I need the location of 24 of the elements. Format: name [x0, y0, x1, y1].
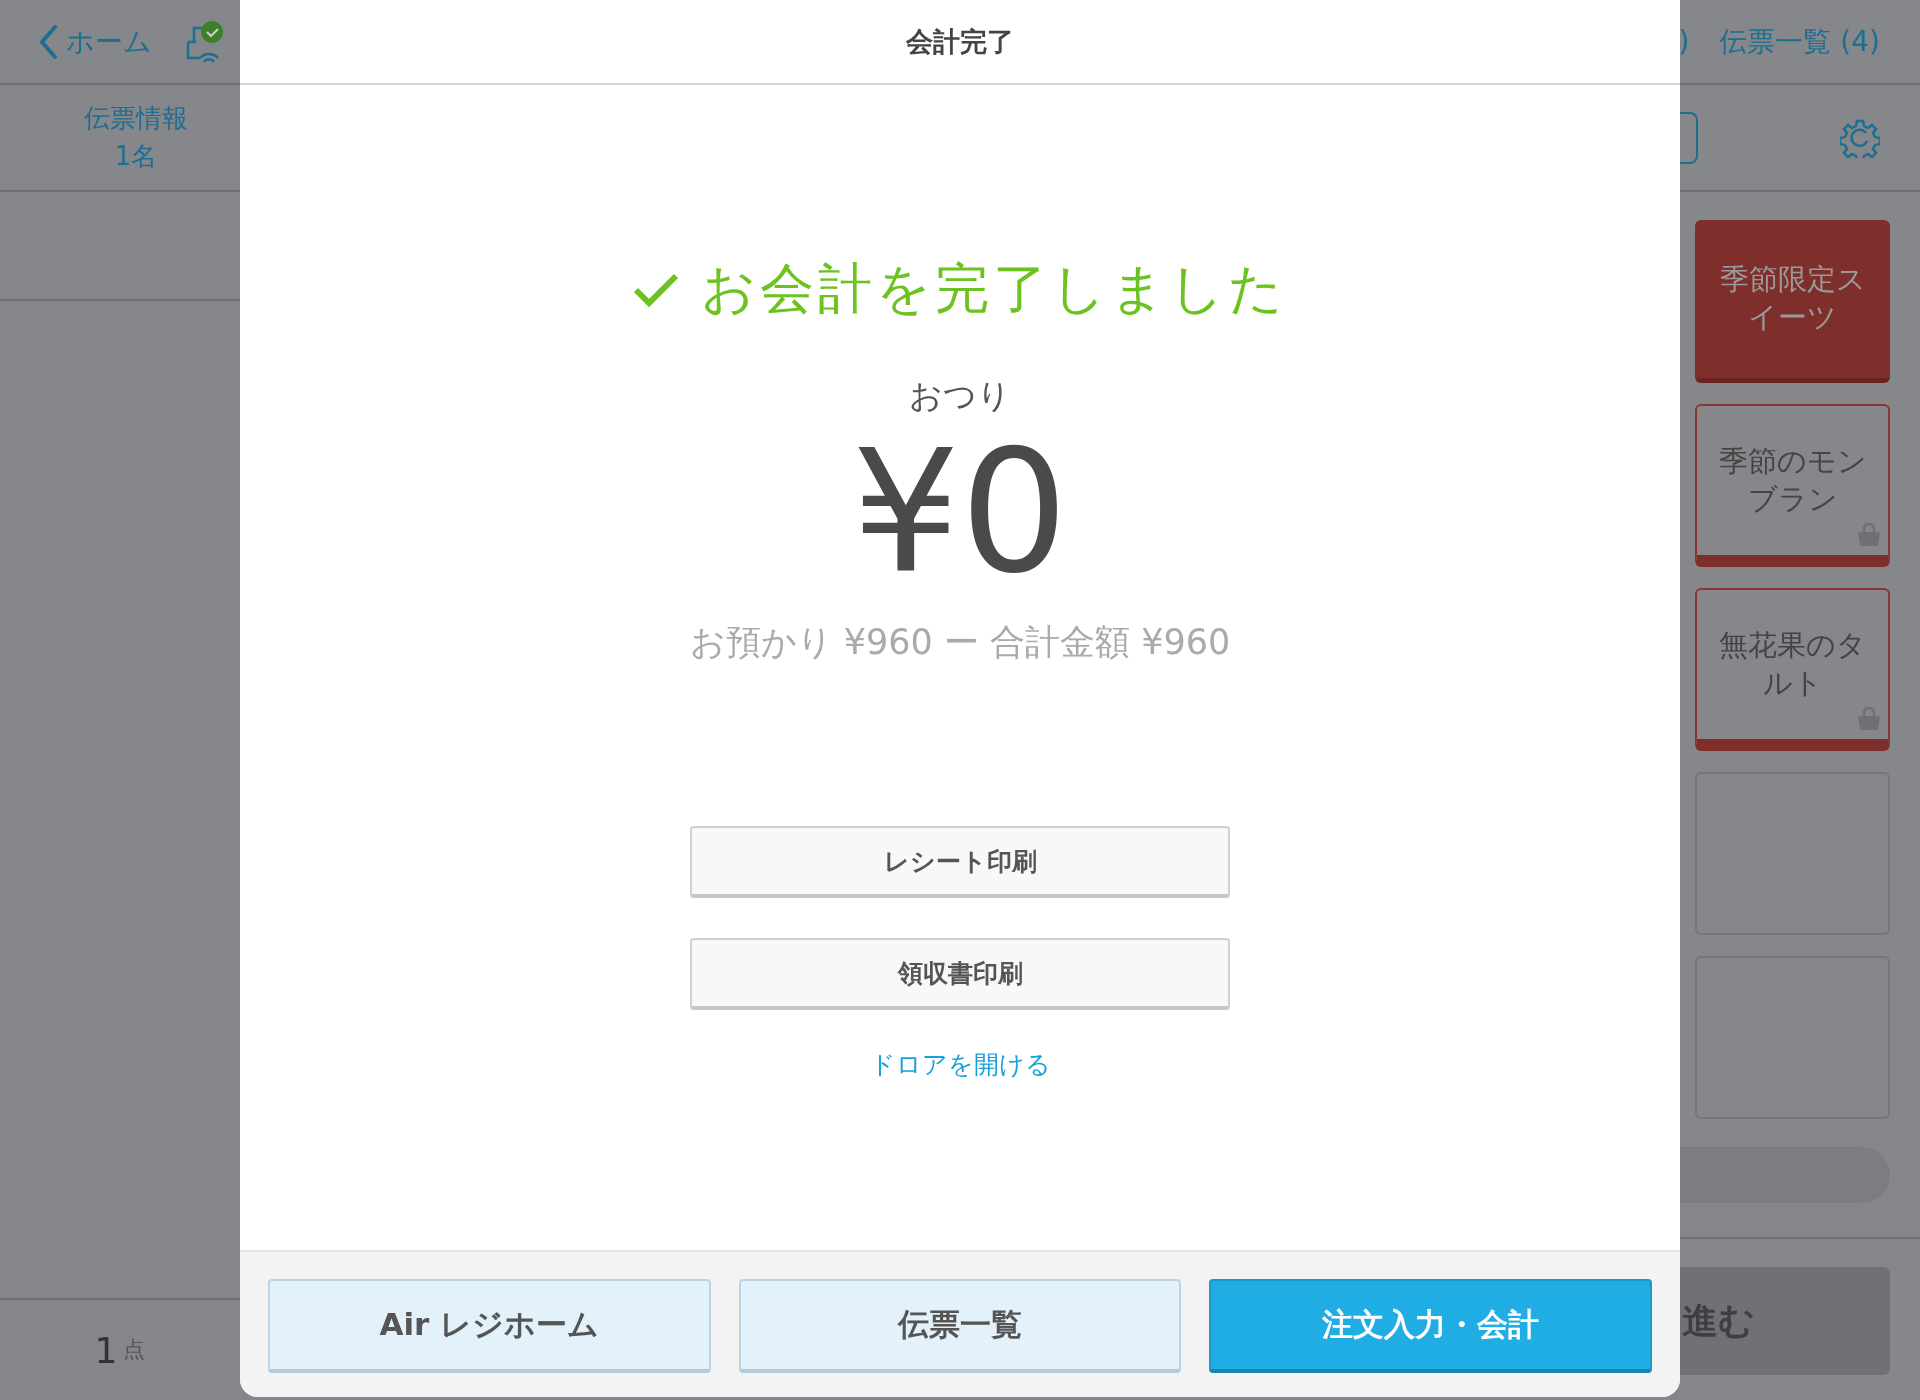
settings-icon[interactable] — [1840, 117, 1880, 158]
success-message: お会計を完了しました — [701, 256, 1287, 322]
change-amount: ¥0 — [851, 427, 1069, 597]
dialog-title: 会計完了 — [906, 24, 1014, 59]
slip-list-tab[interactable]: 伝票一覧 (4) — [1719, 22, 1880, 61]
back-link[interactable]: ホーム — [38, 22, 152, 61]
footer-button[interactable]: 伝票一覧 — [738, 1279, 1182, 1373]
open-drawer-link[interactable]: ドロアを開ける — [869, 1048, 1051, 1081]
payment-summary: お預かり ¥960 ー 合計金額 ¥960 — [689, 621, 1231, 664]
print-button[interactable]: 領収書印刷 — [690, 938, 1230, 1010]
print-button[interactable]: レシート印刷 — [690, 826, 1230, 898]
chevron-left-icon — [38, 23, 58, 60]
change-label: おつり — [909, 375, 1011, 417]
footer-button[interactable]: Air レジホーム — [268, 1279, 711, 1373]
order-checkout-button[interactable]: 注文入力・会計 — [1209, 1279, 1652, 1373]
checkmark-icon — [633, 271, 679, 308]
menu-tile[interactable]: 無花果のタルト — [1695, 588, 1890, 751]
slip-info-label: 伝票情報 — [84, 101, 188, 135]
menu-tile[interactable]: 季節限定スイーツ — [1695, 220, 1890, 383]
menu-tile[interactable]: 季節のモンブラン — [1695, 404, 1890, 567]
tab-label[interactable]: ) — [1678, 25, 1690, 58]
item-count: 1 — [94, 1329, 118, 1371]
guest-count: 1名 — [114, 139, 158, 173]
printer-icon[interactable] — [184, 19, 224, 64]
